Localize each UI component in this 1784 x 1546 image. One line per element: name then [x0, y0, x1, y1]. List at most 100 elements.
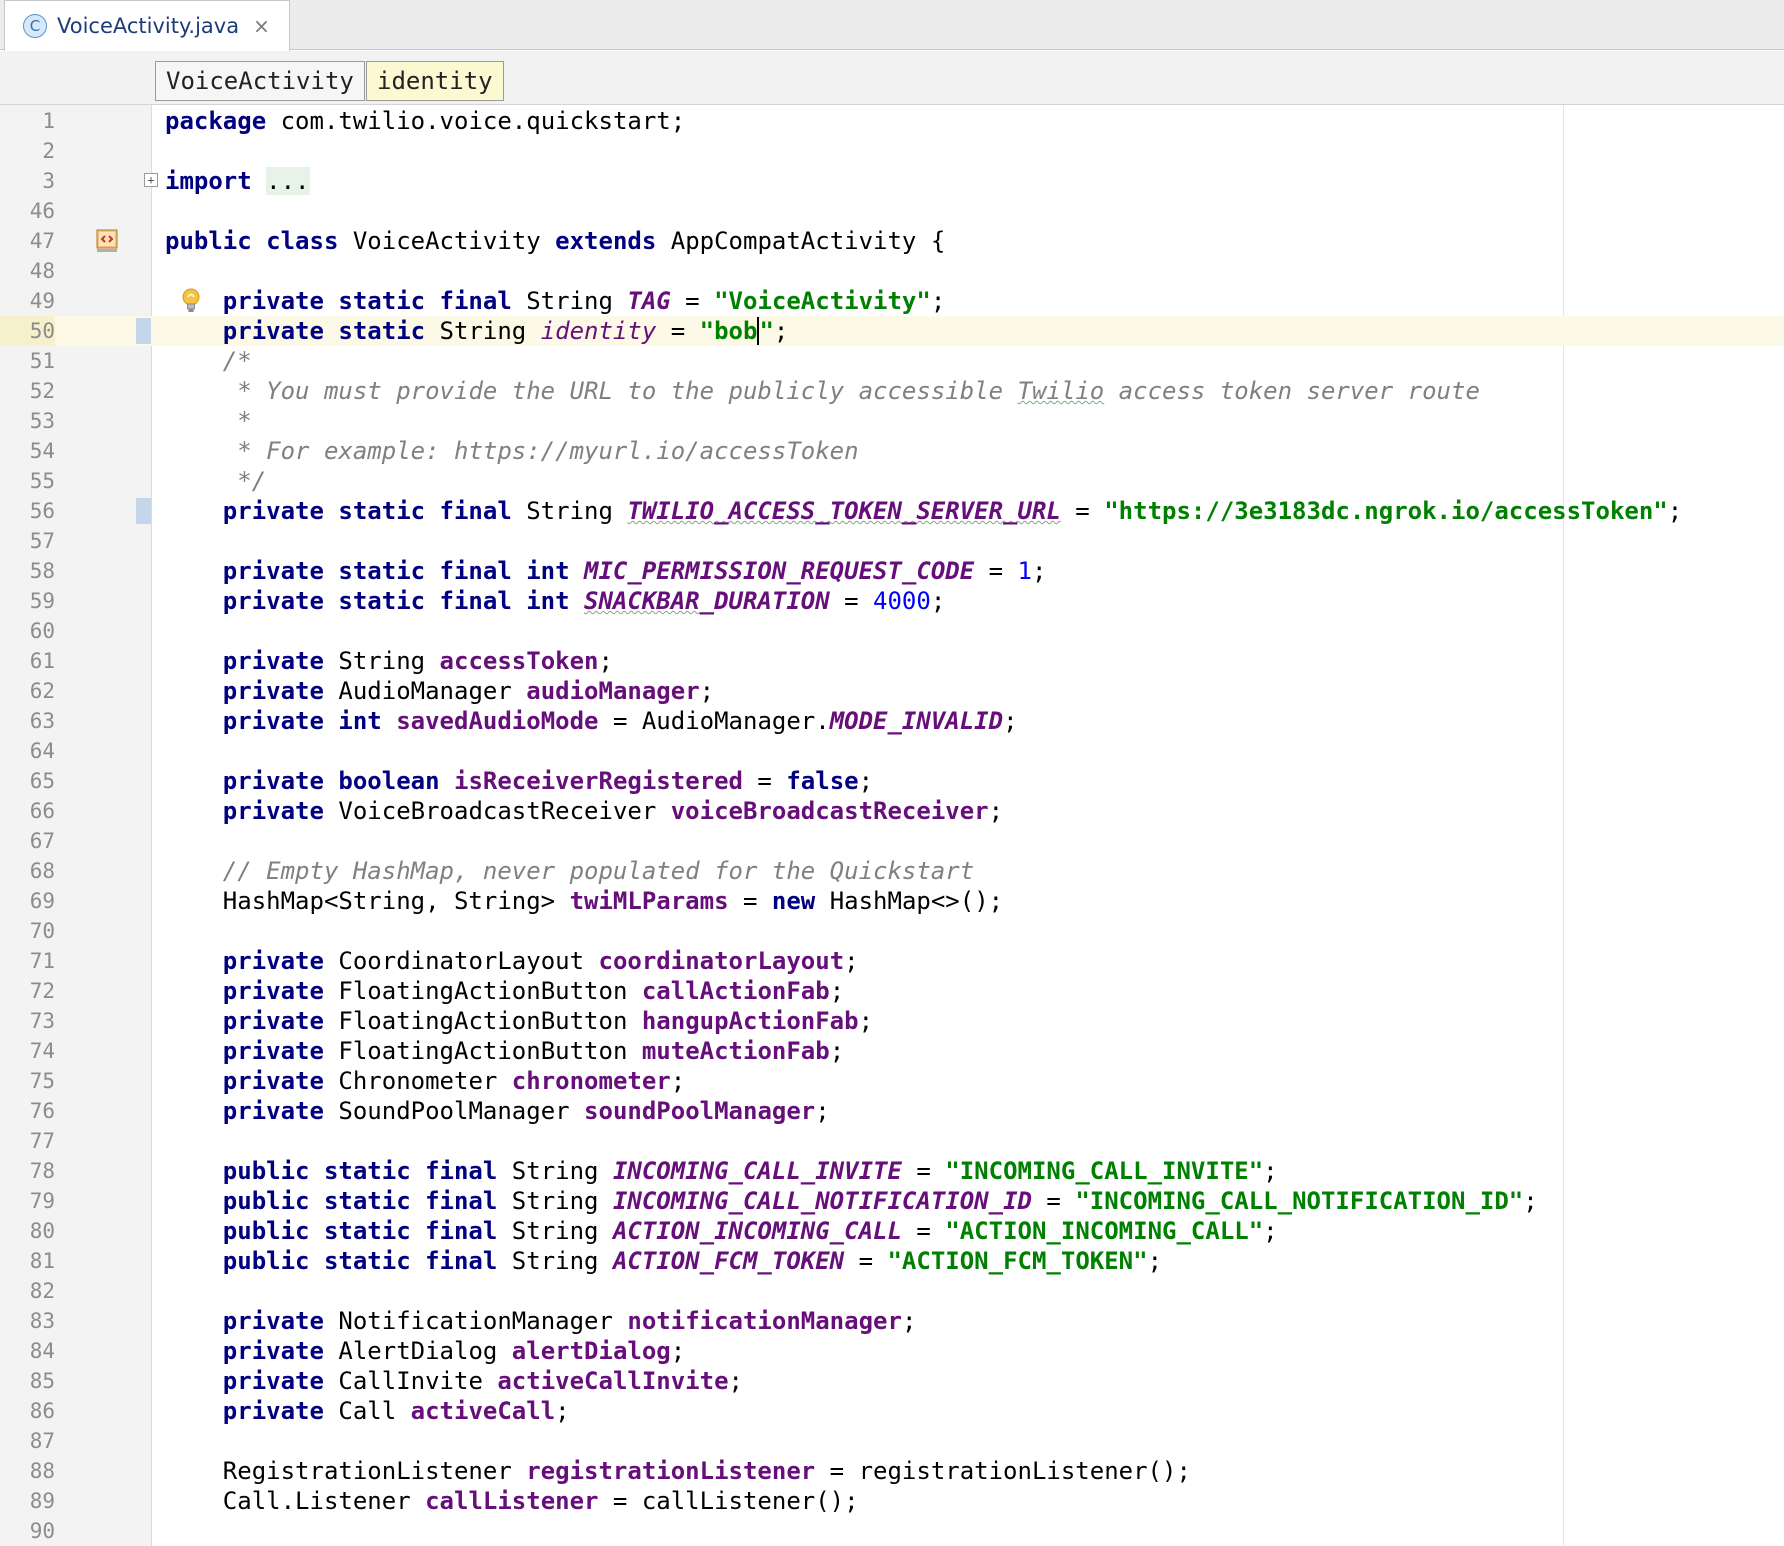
code-line[interactable]: 66 private VoiceBroadcastReceiver voiceB…	[0, 796, 1784, 826]
code-line[interactable]: 49 private static final String TAG = "Vo…	[0, 286, 1784, 316]
code-line[interactable]: 87	[0, 1426, 1784, 1456]
code-line[interactable]: 64	[0, 736, 1784, 766]
code-line[interactable]: 67	[0, 826, 1784, 856]
code-line[interactable]: 63 private int savedAudioMode = AudioMan…	[0, 706, 1784, 736]
line-number: 2	[42, 139, 55, 163]
java-class-icon: C	[23, 14, 47, 38]
code-line[interactable]: 81 public static final String ACTION_FCM…	[0, 1246, 1784, 1276]
code-text: public static final String INCOMING_CALL…	[222, 1157, 1278, 1185]
line-number: 1	[42, 109, 55, 133]
code-line[interactable]: 69 HashMap<String, String> twiMLParams =…	[0, 886, 1784, 916]
code-line[interactable]: 51 /*	[0, 346, 1784, 376]
code-text: private AudioManager audioManager;	[222, 677, 715, 705]
code-line[interactable]: 55 */	[0, 466, 1784, 496]
line-number: 56	[29, 499, 55, 523]
line-number: 86	[29, 1399, 55, 1423]
code-line[interactable]: 77	[0, 1126, 1784, 1156]
code-line[interactable]: 3 + import ...	[0, 166, 1784, 196]
code-text: * For example: https://myurl.io/accessTo…	[237, 437, 859, 465]
fold-expand-icon[interactable]: +	[144, 173, 158, 187]
code-line[interactable]: 71 private CoordinatorLayout coordinator…	[0, 946, 1784, 976]
line-number: 80	[29, 1219, 55, 1243]
line-number: 50	[0, 316, 55, 346]
code-line[interactable]: 46	[0, 196, 1784, 226]
code-editor[interactable]: 1 package com.twilio.voice.quickstart; 2 3 +…	[0, 105, 1784, 1546]
code-line[interactable]: 54 * For example: https://myurl.io/acces…	[0, 436, 1784, 466]
code-text: private static final int SNACKBAR_DURATI…	[222, 587, 946, 615]
code-line[interactable]: 78 public static final String INCOMING_C…	[0, 1156, 1784, 1186]
code-line[interactable]: 1 package com.twilio.voice.quickstart;	[0, 106, 1784, 136]
code-text: *	[237, 407, 252, 435]
code-line[interactable]: 53 *	[0, 406, 1784, 436]
code-line[interactable]: 73 private FloatingActionButton hangupAc…	[0, 1006, 1784, 1036]
code-line[interactable]: 65 private boolean isReceiverRegistered …	[0, 766, 1784, 796]
line-number: 47	[29, 229, 55, 253]
code-text: HashMap<String, String> twiMLParams = ne…	[165, 887, 1004, 915]
code-text: private int savedAudioMode = AudioManage…	[222, 707, 1018, 735]
code-line[interactable]: 75 private Chronometer chronometer;	[0, 1066, 1784, 1096]
code-line[interactable]: 86 private Call activeCall;	[0, 1396, 1784, 1426]
code-line[interactable]: 76 private SoundPoolManager soundPoolMan…	[0, 1096, 1784, 1126]
code-line[interactable]: 70	[0, 916, 1784, 946]
code-text: private FloatingActionButton callActionF…	[222, 977, 845, 1005]
line-number: 66	[29, 799, 55, 823]
code-text: public static final String ACTION_FCM_TO…	[222, 1247, 1163, 1275]
code-line[interactable]: 47 public class VoiceActivity extends App…	[0, 226, 1784, 256]
code-line[interactable]: 60	[0, 616, 1784, 646]
line-number: 90	[29, 1519, 55, 1543]
code-line[interactable]: 50 private static String identity = "bob…	[0, 316, 1784, 346]
code-line[interactable]: 52 * You must provide the URL to the pub…	[0, 376, 1784, 406]
code-line[interactable]: 80 public static final String ACTION_INC…	[0, 1216, 1784, 1246]
line-number: 52	[29, 379, 55, 403]
line-number: 48	[29, 259, 55, 283]
code-text: /*	[222, 347, 252, 375]
line-number: 72	[29, 979, 55, 1003]
breadcrumb-field[interactable]: identity	[366, 61, 504, 101]
line-number: 62	[29, 679, 55, 703]
layout-resource-icon[interactable]	[96, 228, 120, 254]
code-text: private NotificationManager notification…	[222, 1307, 917, 1335]
code-line[interactable]: 58 private static final int MIC_PERMISSI…	[0, 556, 1784, 586]
breadcrumb: VoiceActivity identity	[0, 51, 1784, 105]
line-number: 83	[29, 1309, 55, 1333]
code-line[interactable]: 2	[0, 136, 1784, 166]
file-tab-voiceactivity[interactable]: C VoiceActivity.java ×	[4, 0, 290, 51]
code-text: private Call activeCall;	[222, 1397, 570, 1425]
code-line[interactable]: 90	[0, 1516, 1784, 1546]
code-line[interactable]: 56 private static final String TWILIO_AC…	[0, 496, 1784, 526]
code-line[interactable]: 74 private FloatingActionButton muteActi…	[0, 1036, 1784, 1066]
breadcrumb-class[interactable]: VoiceActivity	[155, 61, 365, 101]
modified-line-marker[interactable]	[136, 318, 151, 344]
code-line[interactable]: 72 private FloatingActionButton callActi…	[0, 976, 1784, 1006]
line-number: 77	[29, 1129, 55, 1153]
line-number: 88	[29, 1459, 55, 1483]
code-line[interactable]: 79 public static final String INCOMING_C…	[0, 1186, 1784, 1216]
code-line[interactable]: 59 private static final int SNACKBAR_DUR…	[0, 586, 1784, 616]
line-number: 85	[29, 1369, 55, 1393]
code-line[interactable]: 84 private AlertDialog alertDialog;	[0, 1336, 1784, 1366]
line-number: 57	[29, 529, 55, 553]
line-number: 73	[29, 1009, 55, 1033]
code-text: private String accessToken;	[222, 647, 613, 675]
close-tab-icon[interactable]: ×	[253, 14, 270, 38]
line-number: 61	[29, 649, 55, 673]
line-number: 63	[29, 709, 55, 733]
code-line[interactable]: 62 private AudioManager audioManager;	[0, 676, 1784, 706]
line-number: 67	[29, 829, 55, 853]
line-number: 84	[29, 1339, 55, 1363]
line-number: 71	[29, 949, 55, 973]
code-line[interactable]: 85 private CallInvite activeCallInvite;	[0, 1366, 1784, 1396]
code-line[interactable]: 48	[0, 256, 1784, 286]
code-line[interactable]: 83 private NotificationManager notificat…	[0, 1306, 1784, 1336]
code-line[interactable]: 82	[0, 1276, 1784, 1306]
code-line[interactable]: 57	[0, 526, 1784, 556]
line-number: 55	[29, 469, 55, 493]
code-line[interactable]: 89 Call.Listener callListener = callList…	[0, 1486, 1784, 1516]
code-line[interactable]: 88 RegistrationListener registrationList…	[0, 1456, 1784, 1486]
code-text: Call.Listener callListener = callListene…	[165, 1487, 859, 1515]
code-line[interactable]: 61 private String accessToken;	[0, 646, 1784, 676]
code-text: RegistrationListener registrationListene…	[165, 1457, 1191, 1485]
code-line[interactable]: 68 // Empty HashMap, never populated for…	[0, 856, 1784, 886]
code-text: public static final String ACTION_INCOMI…	[222, 1217, 1278, 1245]
modified-line-marker[interactable]	[136, 498, 151, 524]
